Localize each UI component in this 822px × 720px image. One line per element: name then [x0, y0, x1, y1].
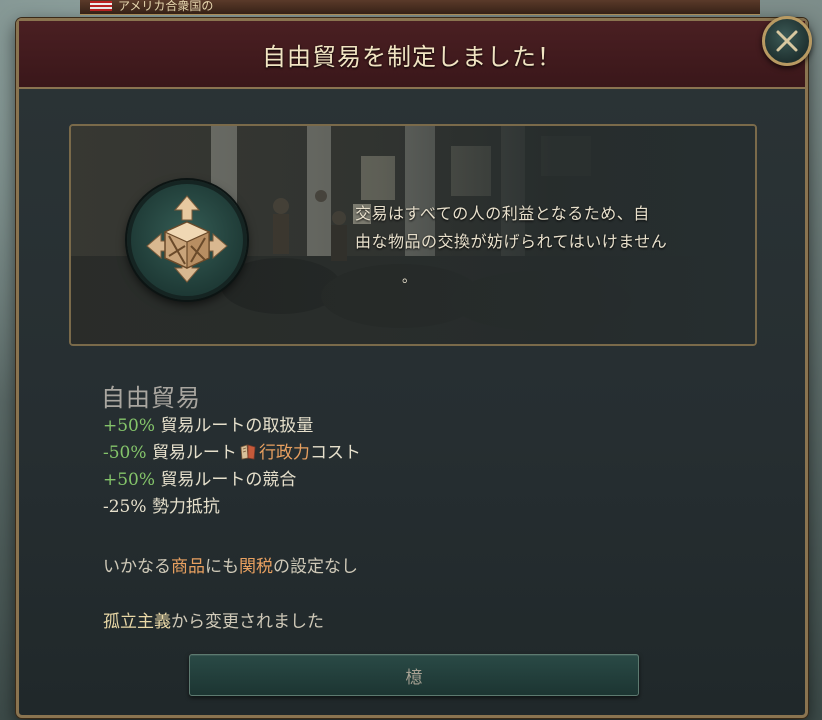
dialog-title: 自由貿易を制定しました！: [262, 42, 562, 71]
admin-scroll-icon: [240, 444, 256, 460]
close-x-icon: [776, 30, 798, 52]
effect-text: 貿易ルートの取扱量: [160, 416, 314, 436]
effect-text-suffix: コスト: [309, 443, 361, 463]
quote-line-2: 由な物品の交換が妨げられてはいけません: [355, 232, 668, 251]
effect-text: 貿易ルートの競合: [160, 470, 297, 490]
effects-list: +50% 貿易ルートの取扱量 -50% 貿易ルート 行政力コスト +50% 貿易…: [103, 413, 361, 521]
admin-capacity-link[interactable]: 行政力: [259, 443, 310, 463]
usa-flag-icon: [90, 1, 112, 11]
crate-arrows-icon: [146, 195, 228, 283]
effect-value: -50%: [103, 443, 147, 463]
note-text: いかなる: [103, 557, 171, 577]
notification-bar[interactable]: アメリカ合衆国の: [80, 0, 760, 15]
quote-end: 。: [402, 270, 416, 286]
policy-name: 自由貿易: [101, 384, 201, 412]
ok-button-label: 檍: [405, 667, 423, 688]
notification-text: アメリカ合衆国の: [118, 0, 214, 13]
policy-banner: 交易はすべての人の利益となるため、自 由な物品の交換が妨げられてはいけません 。: [69, 124, 757, 346]
effect-row[interactable]: -25% 勢力抵抗: [103, 494, 361, 521]
effect-value: -25%: [103, 497, 147, 517]
note-text: にも: [205, 557, 239, 577]
effect-value: +50%: [103, 416, 156, 436]
changed-suffix: から変更されました: [171, 612, 324, 632]
effect-row[interactable]: +50% 貿易ルートの競合: [103, 467, 361, 494]
previous-law-link[interactable]: 孤立主義: [103, 612, 171, 632]
note-text: の設定なし: [273, 557, 358, 577]
effect-text: 勢力抵抗: [151, 497, 220, 517]
tariff-link[interactable]: 関税: [239, 557, 273, 577]
dialog-header: 自由貿易を制定しました！: [19, 21, 805, 89]
policy-flavor-quote: 交易はすべての人の利益となるため、自 由な物品の交換が妨げられてはいけません: [355, 200, 735, 256]
ok-button[interactable]: 檍: [189, 654, 639, 696]
effect-row[interactable]: +50% 貿易ルートの取扱量: [103, 413, 361, 440]
goods-link[interactable]: 商品: [171, 557, 205, 577]
law-enacted-dialog: 自由貿易を制定しました！ 交易はすべての人の利益となるため、自 由な物品の交換が…: [16, 18, 808, 718]
tariff-note: いかなる商品にも関税の設定なし: [103, 552, 358, 577]
quote-line-1: 交易はすべての人の利益となるため、自: [355, 204, 650, 223]
close-button[interactable]: [762, 16, 812, 66]
changed-from-text: 孤立主義から変更されました: [103, 607, 324, 632]
effect-value: +50%: [103, 470, 156, 490]
effect-text: 貿易ルート: [151, 443, 237, 463]
effect-row[interactable]: -50% 貿易ルート 行政力コスト: [103, 440, 361, 467]
trade-crate-icon: [127, 180, 247, 300]
